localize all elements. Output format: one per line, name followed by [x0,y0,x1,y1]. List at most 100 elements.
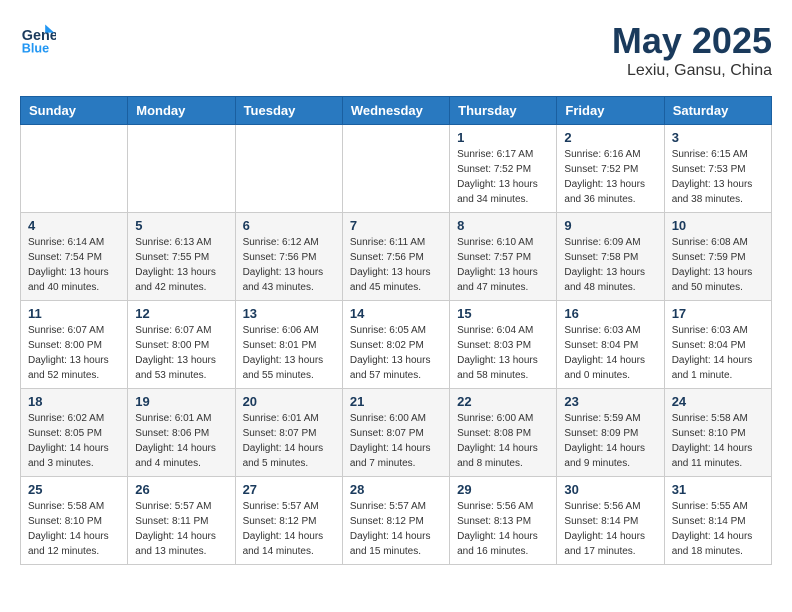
day-cell: 21 Sunrise: 6:00 AM Sunset: 8:07 PM Dayli… [342,389,449,477]
day-number: 4 [28,218,120,233]
day-cell: 24Sunrise: 5:58 AM Sunset: 8:10 PM Dayli… [664,389,771,477]
day-info: Sunrise: 5:59 AM Sunset: 8:09 PM Dayligh… [564,411,656,471]
day-number: 17 [672,306,764,321]
day-cell: 23 Sunrise: 5:59 AM Sunset: 8:09 PM Dayli… [557,389,664,477]
day-cell: 11 Sunrise: 6:07 AM Sunset: 8:00 PM Dayli… [21,301,128,389]
week-row-2: 4 Sunrise: 6:14 AM Sunset: 7:54 PM Daylig… [21,213,772,301]
day-info: Sunrise: 6:08 AM Sunset: 7:59 PM Dayligh… [672,235,764,295]
day-number: 5 [135,218,227,233]
day-cell: 5 Sunrise: 6:13 AM Sunset: 7:55 PM Daylig… [128,213,235,301]
day-cell: 27 Sunrise: 5:57 AM Sunset: 8:12 PM Dayli… [235,477,342,565]
day-info: Sunrise: 6:01 AM Sunset: 8:07 PM Dayligh… [243,411,335,471]
day-number: 1 [457,130,549,145]
day-cell: 3Sunrise: 6:15 AM Sunset: 7:53 PM Daylig… [664,125,771,213]
day-number: 16 [564,306,656,321]
weekday-header-friday: Friday [557,97,664,125]
weekday-header-wednesday: Wednesday [342,97,449,125]
day-number: 18 [28,394,120,409]
day-info: Sunrise: 5:55 AM Sunset: 8:14 PM Dayligh… [672,499,764,559]
title-block: May 2025 Lexiu, Gansu, China [612,20,772,80]
week-row-5: 25 Sunrise: 5:58 AM Sunset: 8:10 PM Dayli… [21,477,772,565]
day-number: 13 [243,306,335,321]
day-info: Sunrise: 6:06 AM Sunset: 8:01 PM Dayligh… [243,323,335,383]
day-cell: 8 Sunrise: 6:10 AM Sunset: 7:57 PM Daylig… [450,213,557,301]
day-number: 6 [243,218,335,233]
weekday-header-saturday: Saturday [664,97,771,125]
day-cell: 16Sunrise: 6:03 AM Sunset: 8:04 PM Dayli… [557,301,664,389]
day-cell [128,125,235,213]
weekday-header-sunday: Sunday [21,97,128,125]
day-cell: 14 Sunrise: 6:05 AM Sunset: 8:02 PM Dayli… [342,301,449,389]
day-info: Sunrise: 6:02 AM Sunset: 8:05 PM Dayligh… [28,411,120,471]
day-number: 22 [457,394,549,409]
weekday-header-thursday: Thursday [450,97,557,125]
day-cell: 28Sunrise: 5:57 AM Sunset: 8:12 PM Dayli… [342,477,449,565]
day-cell: 26 Sunrise: 5:57 AM Sunset: 8:11 PM Dayli… [128,477,235,565]
day-cell: 22 Sunrise: 6:00 AM Sunset: 8:08 PM Dayli… [450,389,557,477]
weekday-header-monday: Monday [128,97,235,125]
day-cell [235,125,342,213]
day-info: Sunrise: 6:15 AM Sunset: 7:53 PM Dayligh… [672,147,764,207]
day-cell: 30 Sunrise: 5:56 AM Sunset: 8:14 PM Dayli… [557,477,664,565]
weekday-header-row: SundayMondayTuesdayWednesdayThursdayFrid… [21,97,772,125]
day-info: Sunrise: 6:11 AM Sunset: 7:56 PM Dayligh… [350,235,442,295]
day-number: 27 [243,482,335,497]
day-number: 25 [28,482,120,497]
day-info: Sunrise: 6:12 AM Sunset: 7:56 PM Dayligh… [243,235,335,295]
day-info: Sunrise: 6:00 AM Sunset: 8:07 PM Dayligh… [350,411,442,471]
week-row-3: 11 Sunrise: 6:07 AM Sunset: 8:00 PM Dayli… [21,301,772,389]
day-number: 7 [350,218,442,233]
month-title: May 2025 [612,20,772,62]
day-info: Sunrise: 6:04 AM Sunset: 8:03 PM Dayligh… [457,323,549,383]
day-info: Sunrise: 6:09 AM Sunset: 7:58 PM Dayligh… [564,235,656,295]
day-info: Sunrise: 5:57 AM Sunset: 8:11 PM Dayligh… [135,499,227,559]
page-header: General Blue May 2025 Lexiu, Gansu, Chin… [20,20,772,80]
day-cell: 20Sunrise: 6:01 AM Sunset: 8:07 PM Dayli… [235,389,342,477]
location-subtitle: Lexiu, Gansu, China [612,62,772,80]
day-cell: 25 Sunrise: 5:58 AM Sunset: 8:10 PM Dayli… [21,477,128,565]
day-cell: 9 Sunrise: 6:09 AM Sunset: 7:58 PM Daylig… [557,213,664,301]
day-info: Sunrise: 5:58 AM Sunset: 8:10 PM Dayligh… [28,499,120,559]
day-number: 9 [564,218,656,233]
svg-text:Blue: Blue [22,41,49,55]
day-info: Sunrise: 6:07 AM Sunset: 8:00 PM Dayligh… [135,323,227,383]
day-cell: 4 Sunrise: 6:14 AM Sunset: 7:54 PM Daylig… [21,213,128,301]
calendar-table: SundayMondayTuesdayWednesdayThursdayFrid… [20,96,772,565]
day-cell: 17Sunrise: 6:03 AM Sunset: 8:04 PM Dayli… [664,301,771,389]
day-cell: 18 Sunrise: 6:02 AM Sunset: 8:05 PM Dayli… [21,389,128,477]
day-info: Sunrise: 6:13 AM Sunset: 7:55 PM Dayligh… [135,235,227,295]
day-info: Sunrise: 5:57 AM Sunset: 8:12 PM Dayligh… [243,499,335,559]
day-number: 23 [564,394,656,409]
day-number: 14 [350,306,442,321]
day-number: 30 [564,482,656,497]
day-cell: 31Sunrise: 5:55 AM Sunset: 8:14 PM Dayli… [664,477,771,565]
week-row-4: 18 Sunrise: 6:02 AM Sunset: 8:05 PM Dayli… [21,389,772,477]
day-number: 12 [135,306,227,321]
day-cell: 12 Sunrise: 6:07 AM Sunset: 8:00 PM Dayli… [128,301,235,389]
day-number: 26 [135,482,227,497]
day-number: 11 [28,306,120,321]
day-cell: 7 Sunrise: 6:11 AM Sunset: 7:56 PM Daylig… [342,213,449,301]
day-cell [21,125,128,213]
day-info: Sunrise: 6:05 AM Sunset: 8:02 PM Dayligh… [350,323,442,383]
day-cell: 10 Sunrise: 6:08 AM Sunset: 7:59 PM Dayli… [664,213,771,301]
day-number: 8 [457,218,549,233]
day-info: Sunrise: 6:01 AM Sunset: 8:06 PM Dayligh… [135,411,227,471]
day-cell: 19Sunrise: 6:01 AM Sunset: 8:06 PM Dayli… [128,389,235,477]
weekday-header-tuesday: Tuesday [235,97,342,125]
day-info: Sunrise: 6:10 AM Sunset: 7:57 PM Dayligh… [457,235,549,295]
day-number: 21 [350,394,442,409]
day-number: 29 [457,482,549,497]
logo: General Blue [20,20,56,56]
day-info: Sunrise: 6:07 AM Sunset: 8:00 PM Dayligh… [28,323,120,383]
day-cell: 2Sunrise: 6:16 AM Sunset: 7:52 PM Daylig… [557,125,664,213]
logo-icon: General Blue [20,20,56,56]
day-cell: 13 Sunrise: 6:06 AM Sunset: 8:01 PM Dayli… [235,301,342,389]
day-info: Sunrise: 6:00 AM Sunset: 8:08 PM Dayligh… [457,411,549,471]
day-info: Sunrise: 5:56 AM Sunset: 8:14 PM Dayligh… [564,499,656,559]
day-number: 28 [350,482,442,497]
day-info: Sunrise: 6:16 AM Sunset: 7:52 PM Dayligh… [564,147,656,207]
day-number: 10 [672,218,764,233]
day-number: 24 [672,394,764,409]
day-info: Sunrise: 6:14 AM Sunset: 7:54 PM Dayligh… [28,235,120,295]
